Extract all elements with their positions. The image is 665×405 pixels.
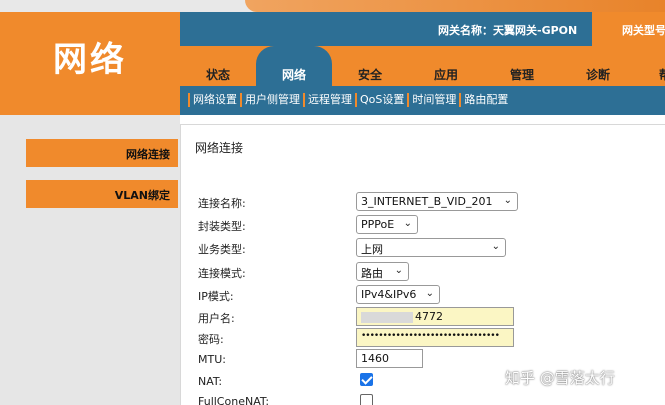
chevron-down-icon: ⌄	[425, 288, 434, 299]
gateway-type: 网关型号	[592, 12, 665, 46]
service-value: 上网	[361, 243, 383, 256]
tab-diagnose[interactable]: 诊断	[574, 46, 622, 86]
chevron-down-icon: ⌄	[394, 265, 403, 276]
ip-mode-value: IPv4&IPv6	[361, 288, 417, 301]
username-value: 4772	[415, 310, 443, 323]
mtu-input[interactable]: 1460	[356, 349, 423, 368]
watermark: 知乎 @雪落太行	[505, 369, 615, 387]
service-label: 业务类型:	[198, 243, 246, 256]
main-tabs: 状态 网络 安全 应用 管理 诊断 帮	[180, 46, 665, 86]
encap-label: 封装类型:	[198, 220, 246, 233]
password-label: 密码:	[198, 333, 224, 346]
tab-apps[interactable]: 应用	[422, 46, 470, 86]
tab-security[interactable]: 安全	[346, 46, 394, 86]
encap-select[interactable]: PPPoE ⌄	[356, 215, 418, 234]
service-select[interactable]: 上网 ⌄	[356, 238, 506, 257]
logo-text: 网络	[53, 40, 127, 80]
subnav-time[interactable]: 时间管理	[407, 93, 459, 107]
logo: 网络	[0, 12, 180, 115]
tab-manage[interactable]: 管理	[498, 46, 546, 86]
nat-checkbox[interactable]	[360, 373, 373, 386]
username-input[interactable]: 4772	[356, 307, 514, 326]
mtu-label: MTU:	[198, 353, 226, 366]
sub-nav: 网络设置 用户侧管理 远程管理 QoS设置 时间管理 路由配置	[180, 86, 665, 115]
tab-status[interactable]: 状态	[194, 46, 242, 86]
gateway-name: 网关名称：天翼网关-GPON	[438, 24, 578, 37]
password-value: ••••••••••••••••••••••••••••••••	[361, 331, 500, 341]
fullcone-checkbox[interactable]	[360, 394, 373, 405]
sidebar-item-vlan[interactable]: VLAN绑定	[26, 180, 178, 208]
encap-value: PPPoE	[361, 218, 395, 231]
content-panel: 网络连接 连接名称: 3_INTERNET_B_VID_201 ⌄ 封装类型: P…	[180, 124, 665, 405]
top-band	[0, 0, 665, 12]
username-label: 用户名:	[198, 312, 235, 325]
ip-mode-label: IP模式:	[198, 290, 234, 303]
tab-help[interactable]: 帮	[650, 46, 665, 86]
connection-name-value: 3_INTERNET_B_VID_201	[361, 195, 493, 208]
chevron-down-icon: ⌄	[503, 195, 512, 206]
subnav-lan-manage[interactable]: 用户侧管理	[240, 93, 303, 107]
ip-mode-select[interactable]: IPv4&IPv6 ⌄	[356, 285, 440, 304]
header-decoration	[245, 0, 665, 12]
mtu-value: 1460	[361, 352, 389, 365]
nat-label: NAT:	[198, 375, 223, 388]
subnav-network-settings[interactable]: 网络设置	[188, 93, 240, 107]
mode-select[interactable]: 路由 ⌄	[356, 262, 409, 281]
subnav-remote-manage[interactable]: 远程管理	[303, 93, 355, 107]
password-input[interactable]: ••••••••••••••••••••••••••••••••	[356, 328, 514, 347]
chevron-down-icon: ⌄	[403, 218, 412, 229]
sidebar-item-connection[interactable]: 网络连接	[26, 139, 178, 167]
fullcone-label: FullConeNAT:	[198, 395, 270, 405]
connection-name-select[interactable]: 3_INTERNET_B_VID_201 ⌄	[356, 192, 518, 211]
subnav-routing[interactable]: 路由配置	[459, 93, 511, 107]
subnav-qos[interactable]: QoS设置	[355, 93, 407, 107]
mode-label: 连接模式:	[198, 267, 246, 280]
tab-network[interactable]: 网络	[256, 46, 332, 86]
redacted-block	[361, 311, 413, 323]
gateway-bar: 网关名称：天翼网关-GPON 网关型号	[180, 12, 665, 46]
connection-name-label: 连接名称:	[198, 197, 246, 210]
chevron-down-icon: ⌄	[491, 241, 500, 252]
mode-value: 路由	[361, 267, 383, 280]
section-title: 网络连接	[195, 141, 244, 155]
